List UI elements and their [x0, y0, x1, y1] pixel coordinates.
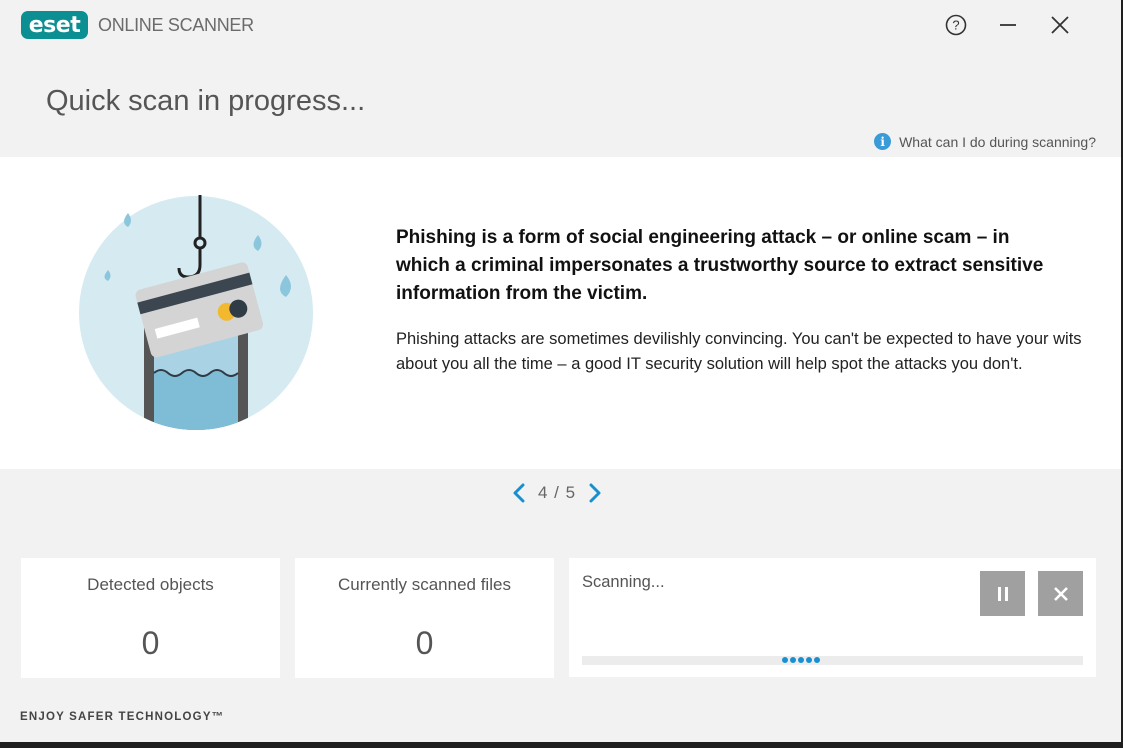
scanning-help-link-label: What can I do during scanning?: [899, 133, 1096, 150]
phishing-hook-card-illustration: [79, 195, 313, 430]
stop-scan-button[interactable]: [1038, 571, 1083, 616]
scanned-files-label: Currently scanned files: [338, 575, 511, 594]
stop-x-icon: [1053, 586, 1068, 601]
chevron-right-icon: [589, 483, 601, 503]
tip-page-counter: 4 / 5: [538, 483, 577, 502]
svg-text:?: ?: [952, 18, 959, 33]
tip-pager: 4 / 5: [508, 481, 606, 505]
info-icon: i: [874, 133, 892, 150]
close-icon: [1051, 16, 1069, 34]
help-button[interactable]: ?: [941, 10, 971, 40]
question-circle-icon: ?: [945, 14, 967, 36]
scanning-help-link[interactable]: i What can I do during scanning?: [874, 133, 1096, 150]
pause-icon: [997, 586, 1008, 601]
minimize-button[interactable]: [993, 10, 1023, 40]
next-tip-button[interactable]: [584, 481, 606, 505]
pause-scan-button[interactable]: [980, 571, 1025, 616]
minimize-icon: [1000, 24, 1016, 26]
scanned-files-count: 0: [415, 625, 434, 661]
background-window-strip: [0, 742, 1123, 748]
scan-status-text: Scanning...: [582, 573, 665, 591]
detected-objects-count: 0: [141, 625, 160, 661]
page-title: Quick scan in progress...: [46, 85, 366, 117]
close-button[interactable]: [1045, 10, 1075, 40]
eset-logo: eset ONLINE SCANNER: [21, 11, 254, 39]
chevron-left-icon: [513, 483, 525, 503]
app-name: ONLINE SCANNER: [98, 14, 254, 35]
tip-panel: Phishing is a form of social engineering…: [0, 157, 1121, 469]
scanned-files-card: Currently scanned files 0: [295, 558, 554, 678]
detected-objects-card: Detected objects 0: [21, 558, 280, 678]
previous-tip-button[interactable]: [508, 481, 530, 505]
detected-objects-label: Detected objects: [87, 575, 214, 594]
footer-tagline: ENJOY SAFER TECHNOLOGY™: [20, 711, 225, 723]
tip-body: Phishing attacks are sometimes devilishl…: [396, 330, 1082, 373]
scan-progress-card: Scanning...: [569, 558, 1096, 677]
progress-activity-indicator: [782, 657, 820, 663]
eset-logo-badge: eset: [21, 11, 88, 39]
eset-logo-text: eset: [28, 12, 81, 38]
scan-progress-bar: [582, 656, 1083, 665]
scanner-window: eset ONLINE SCANNER ? Quick scan in prog…: [0, 0, 1121, 742]
tip-headline: Phishing is a form of social engineering…: [396, 227, 1044, 304]
